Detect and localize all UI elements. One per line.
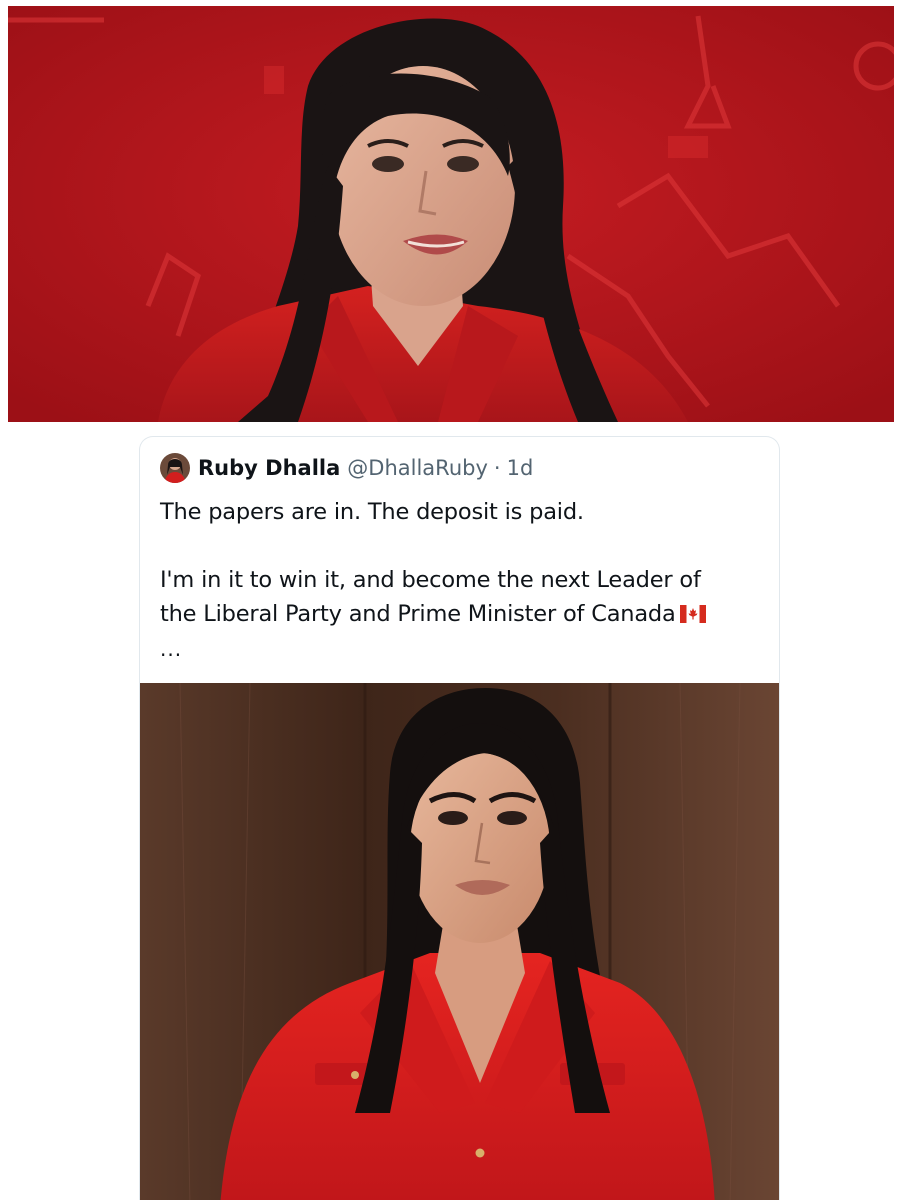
tweet-line-3-text: the Liberal Party and Prime Minister of … (160, 601, 676, 627)
avatar[interactable] (160, 453, 190, 483)
separator-dot: · (493, 456, 501, 480)
page: Ruby Dhalla @DhallaRuby · 1d The papers … (0, 0, 900, 1200)
author-name[interactable]: Ruby Dhalla (198, 456, 340, 480)
tweet-media-image[interactable] (140, 683, 779, 1200)
show-more-ellipsis[interactable]: ... (160, 637, 182, 661)
tweet-timestamp[interactable]: 1d (507, 456, 534, 480)
top-portrait-svg (8, 6, 894, 422)
tweet-portrait-svg (140, 683, 779, 1200)
tweet-header: Ruby Dhalla @DhallaRuby · 1d (160, 453, 533, 483)
tweet-card[interactable]: Ruby Dhalla @DhallaRuby · 1d The papers … (139, 436, 780, 1200)
author-handle[interactable]: @DhallaRuby (347, 456, 488, 480)
tweet-line-1: The papers are in. The deposit is paid. (160, 499, 584, 525)
canada-flag-icon (679, 599, 706, 633)
tweet-line-2: I'm in it to win it, and become the next… (160, 567, 701, 593)
top-portrait-image (8, 6, 894, 422)
tweet-body: The papers are in. The deposit is paid. … (160, 495, 770, 633)
tweet-line-3: the Liberal Party and Prime Minister of … (160, 597, 770, 633)
avatar-icon (160, 453, 190, 483)
